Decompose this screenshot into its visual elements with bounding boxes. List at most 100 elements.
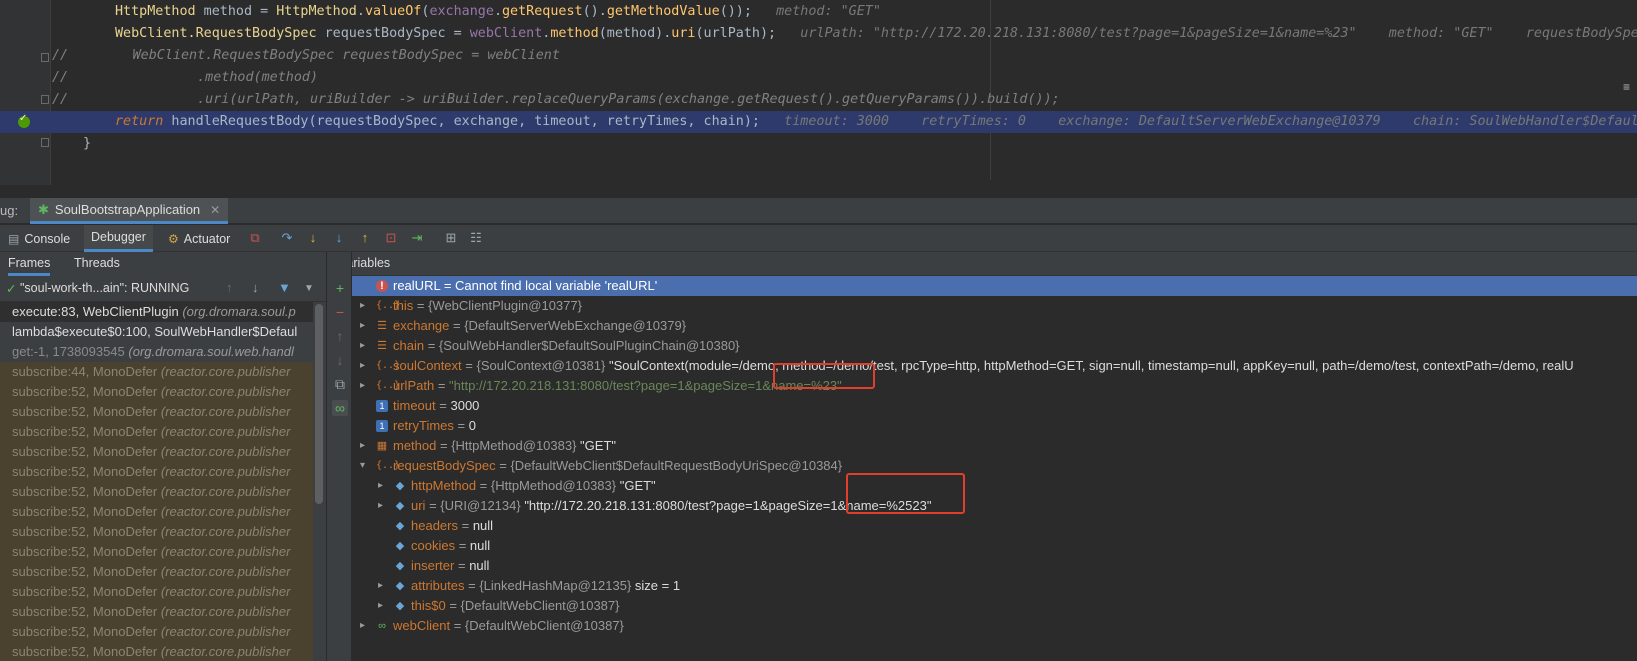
variable-row[interactable]: ▸ ☰ exchange = {DefaultServerWebExchange@1…	[352, 316, 1637, 336]
remove-watch-icon[interactable]: −	[332, 304, 348, 320]
variable-type: = {WebClientPlugin@10377}	[416, 298, 582, 313]
stack-frame[interactable]: subscribe:52, MonoDefer (reactor.core.pu…	[0, 542, 313, 562]
force-step-into-icon[interactable]: ↓	[331, 230, 347, 246]
variable-name: headers	[411, 518, 458, 533]
editor-marker-icon[interactable]: ≡	[1623, 80, 1637, 94]
restore-layout-icon[interactable]: ⧉	[247, 230, 263, 246]
variable-row[interactable]: ▾ {..} requestBodySpec = {DefaultWebClient…	[352, 456, 1637, 476]
frame-method: subscribe:52, MonoDefer	[12, 444, 161, 459]
variable-row[interactable]: 1 retryTimes = 0	[352, 416, 1637, 436]
variable-row[interactable]: ▸ {..} soulContext = {SoulContext@10381} "…	[352, 356, 1637, 376]
code-token: .	[493, 4, 502, 19]
drop-frame-icon[interactable]: ⊡	[383, 230, 399, 246]
variable-row[interactable]: ▸ {..} this = {WebClientPlugin@10377}	[352, 296, 1637, 316]
tab-run-configuration[interactable]: ✱ SoulBootstrapApplication ✕	[30, 198, 229, 224]
stack-frame[interactable]: subscribe:52, MonoDefer (reactor.core.pu…	[0, 622, 313, 642]
tab-console[interactable]: ▤ Console	[8, 225, 70, 252]
stack-frame[interactable]: subscribe:52, MonoDefer (reactor.core.pu…	[0, 502, 313, 522]
chevron-right-icon[interactable]: ▸	[378, 476, 388, 496]
variable-row[interactable]: 1 timeout = 3000	[352, 396, 1637, 416]
evaluate-expression-icon[interactable]: ⊞	[443, 230, 459, 246]
variable-row[interactable]: ! realURL = Cannot find local variable 'r…	[352, 276, 1637, 296]
tab-actuator[interactable]: ⚙ Actuator	[168, 225, 230, 252]
stack-frame[interactable]: subscribe:52, MonoDefer (reactor.core.pu…	[0, 462, 313, 482]
variable-row[interactable]: ◆ headers = null	[352, 516, 1637, 536]
code-line-2[interactable]: WebClient.RequestBodySpec requestBodySpe…	[0, 23, 1637, 45]
variable-row[interactable]: ▸ ◆ attributes = {LinkedHashMap@12135} siz…	[352, 576, 1637, 596]
frames-scrollbar[interactable]	[315, 304, 323, 504]
variable-row[interactable]: ▸ ◆ this$0 = {DefaultWebClient@10387}	[352, 596, 1637, 616]
frame-location: (org.dromara.soul.p	[182, 304, 296, 319]
variable-text: retryTimes = 0	[393, 416, 476, 436]
stack-frame[interactable]: subscribe:52, MonoDefer (reactor.core.pu…	[0, 642, 313, 661]
step-over-icon[interactable]: ↷	[279, 230, 295, 246]
step-into-icon[interactable]: ↓	[305, 230, 321, 246]
stack-frame[interactable]: subscribe:52, MonoDefer (reactor.core.pu…	[0, 422, 313, 442]
code-editor[interactable]: HttpMethod method = HttpMethod.valueOf(e…	[0, 0, 1637, 185]
stack-frame[interactable]: subscribe:52, MonoDefer (reactor.core.pu…	[0, 562, 313, 582]
stack-frame[interactable]: subscribe:52, MonoDefer (reactor.core.pu…	[0, 382, 313, 402]
variable-type: =	[461, 518, 473, 533]
filter-icon[interactable]: ▼	[278, 280, 291, 295]
stack-frame[interactable]: lambda$execute$0:100, SoulWebHandler$Def…	[0, 322, 313, 342]
chevron-right-icon[interactable]: ▸	[360, 296, 370, 316]
variable-row[interactable]: ◆ cookies = null	[352, 536, 1637, 556]
chevron-down-icon[interactable]: ▼	[304, 283, 314, 294]
tab-threads[interactable]: Threads	[74, 252, 120, 276]
chevron-down-icon[interactable]: ▾	[360, 456, 370, 476]
breakpoint-icon[interactable]	[18, 113, 30, 128]
stack-frame[interactable]: subscribe:44, MonoDefer (reactor.core.pu…	[0, 362, 313, 382]
frame-location: (reactor.core.publisher	[160, 524, 291, 539]
stack-frame[interactable]: execute:83, WebClientPlugin (org.dromara…	[0, 302, 313, 322]
tab-frames[interactable]: Frames	[8, 252, 51, 276]
chevron-right-icon[interactable]: ▸	[360, 316, 370, 336]
code-line-6-current[interactable]: return handleRequestBody(requestBodySpec…	[0, 111, 1637, 133]
stack-frame[interactable]: subscribe:52, MonoDefer (reactor.core.pu…	[0, 402, 313, 422]
code-line-5[interactable]: // .uri(urlPath, uriBuilder -> uriBuilde…	[0, 89, 1637, 111]
variable-type: = {SoulWebHandler$DefaultSoulPluginChain…	[427, 338, 740, 353]
arrow-down-icon[interactable]: ↓	[252, 280, 259, 295]
chevron-right-icon[interactable]: ▸	[360, 436, 370, 456]
stack-frame[interactable]: subscribe:52, MonoDefer (reactor.core.pu…	[0, 522, 313, 542]
code-line-7[interactable]: }	[0, 133, 1637, 155]
frame-method: subscribe:52, MonoDefer	[12, 604, 161, 619]
chevron-right-icon[interactable]: ▸	[360, 376, 370, 396]
frame-list[interactable]: execute:83, WebClientPlugin (org.dromara…	[0, 302, 313, 661]
variable-row[interactable]: ▸ ☰ chain = {SoulWebHandler$DefaultSoulPlu…	[352, 336, 1637, 356]
stack-frame[interactable]: subscribe:52, MonoDefer (reactor.core.pu…	[0, 602, 313, 622]
copy-icon[interactable]: ⧉	[332, 376, 348, 392]
chevron-right-icon[interactable]: ▸	[378, 596, 388, 616]
chevron-right-icon[interactable]: ▸	[378, 576, 388, 596]
code-line-3[interactable]: // WebClient.RequestBodySpec requestBody…	[0, 45, 1637, 67]
stack-frame[interactable]: subscribe:52, MonoDefer (reactor.core.pu…	[0, 442, 313, 462]
chevron-right-icon[interactable]: ▸	[378, 496, 388, 516]
field-tag-icon: ◆	[395, 580, 405, 592]
move-down-icon[interactable]: ↓	[332, 352, 348, 368]
variable-row[interactable]: ▸ ◆ uri = {URI@12134} "http://172.20.218.1…	[352, 496, 1637, 516]
move-up-icon[interactable]: ↑	[332, 328, 348, 344]
stack-frame[interactable]: get:-1, 1738093545 (org.dromara.soul.web…	[0, 342, 313, 362]
trace-settings-icon[interactable]: ☷	[468, 230, 484, 246]
tab-debugger[interactable]: Debugger	[84, 225, 153, 252]
stack-frame[interactable]: subscribe:52, MonoDefer (reactor.core.pu…	[0, 582, 313, 602]
close-icon[interactable]: ✕	[210, 203, 220, 217]
add-watch-icon[interactable]: +	[332, 280, 348, 296]
stack-frame[interactable]: subscribe:52, MonoDefer (reactor.core.pu…	[0, 482, 313, 502]
variable-tree[interactable]: ! realURL = Cannot find local variable 'r…	[352, 276, 1637, 636]
chevron-right-icon[interactable]: ▸	[360, 356, 370, 376]
step-out-icon[interactable]: ↑	[357, 230, 373, 246]
variable-row[interactable]: ▸ ∞ webClient = {DefaultWebClient@10387}	[352, 616, 1637, 636]
arrow-up-icon[interactable]: ↑	[226, 280, 233, 295]
code-line-4[interactable]: // .method(method)	[0, 67, 1637, 89]
variable-row[interactable]: ◆ inserter = null	[352, 556, 1637, 576]
run-to-cursor-icon[interactable]: ⇥	[409, 230, 425, 246]
variable-row[interactable]: ▸ {..} urlPath = "http://172.20.218.131:80…	[352, 376, 1637, 396]
code-line-1[interactable]: HttpMethod method = HttpMethod.valueOf(e…	[0, 1, 1637, 23]
inline-debug-hint: urlPath: "http://172.20.218.131:8080/tes…	[800, 26, 1637, 41]
chevron-right-icon[interactable]: ▸	[360, 336, 370, 356]
variable-row[interactable]: ▸ ▦ method = {HttpMethod@10383} "GET"	[352, 436, 1637, 456]
variable-row[interactable]: ▸ ◆ httpMethod = {HttpMethod@10383} "GET"	[352, 476, 1637, 496]
show-watches-icon[interactable]: ∞	[332, 400, 348, 416]
chevron-right-icon[interactable]: ▸	[360, 616, 370, 636]
thread-selector[interactable]: ✓ "soul-work-th...ain": RUNNING ↑ ↓ ▼ ▼	[0, 276, 326, 302]
